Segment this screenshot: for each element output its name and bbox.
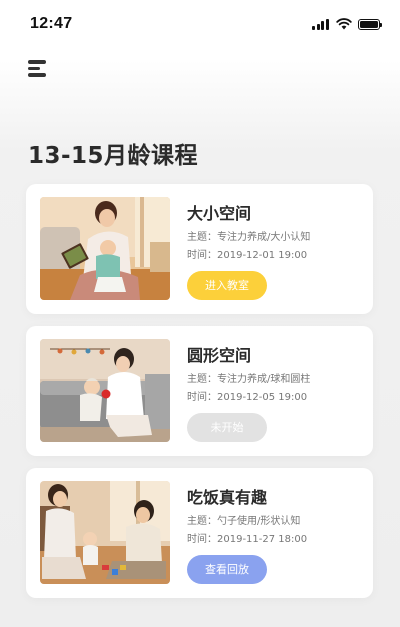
enter-classroom-button[interactable]: 进入教室 (187, 271, 267, 300)
course-card[interactable]: 大小空间 主题：专注力养成/大小认知 时间：2019-12-01 19:00 进… (26, 184, 373, 314)
status-icons (312, 15, 382, 33)
course-title: 大小空间 (187, 204, 252, 223)
view-replay-button[interactable]: 查看回放 (187, 555, 267, 584)
course-topic: 主题：勺子使用/形状认知 (187, 516, 301, 527)
cellular-signal-icon (312, 18, 330, 30)
course-title: 圆形空间 (187, 346, 252, 365)
mother-playing-ball-with-baby-photo (40, 339, 170, 442)
course-time: 时间：2019-11-27 18:00 (187, 534, 308, 545)
wifi-icon (336, 18, 352, 30)
hamburger-menu-icon[interactable] (28, 58, 50, 78)
course-card[interactable]: 吃饭真有趣 主题：勺子使用/形状认知 时间：2019-11-27 18:00 查… (26, 468, 373, 598)
course-time: 时间：2019-12-05 19:00 (187, 392, 308, 403)
page-title: 13-15月龄课程 (28, 143, 199, 169)
mother-reading-book-to-baby-photo (40, 197, 170, 300)
family-playing-on-floor-photo (40, 481, 170, 584)
status-time: 12:47 (30, 15, 73, 32)
not-started-button[interactable]: 未开始 (187, 413, 267, 442)
battery-icon (358, 18, 382, 30)
course-topic: 主题：专注力养成/球和圆柱 (187, 374, 311, 385)
course-title: 吃饭真有趣 (187, 488, 268, 507)
status-bar: 12:47 (0, 0, 400, 46)
course-card[interactable]: 圆形空间 主题：专注力养成/球和圆柱 时间：2019-12-05 19:00 未… (26, 326, 373, 456)
course-time: 时间：2019-12-01 19:00 (187, 250, 308, 261)
course-topic: 主题：专注力养成/大小认知 (187, 232, 311, 243)
